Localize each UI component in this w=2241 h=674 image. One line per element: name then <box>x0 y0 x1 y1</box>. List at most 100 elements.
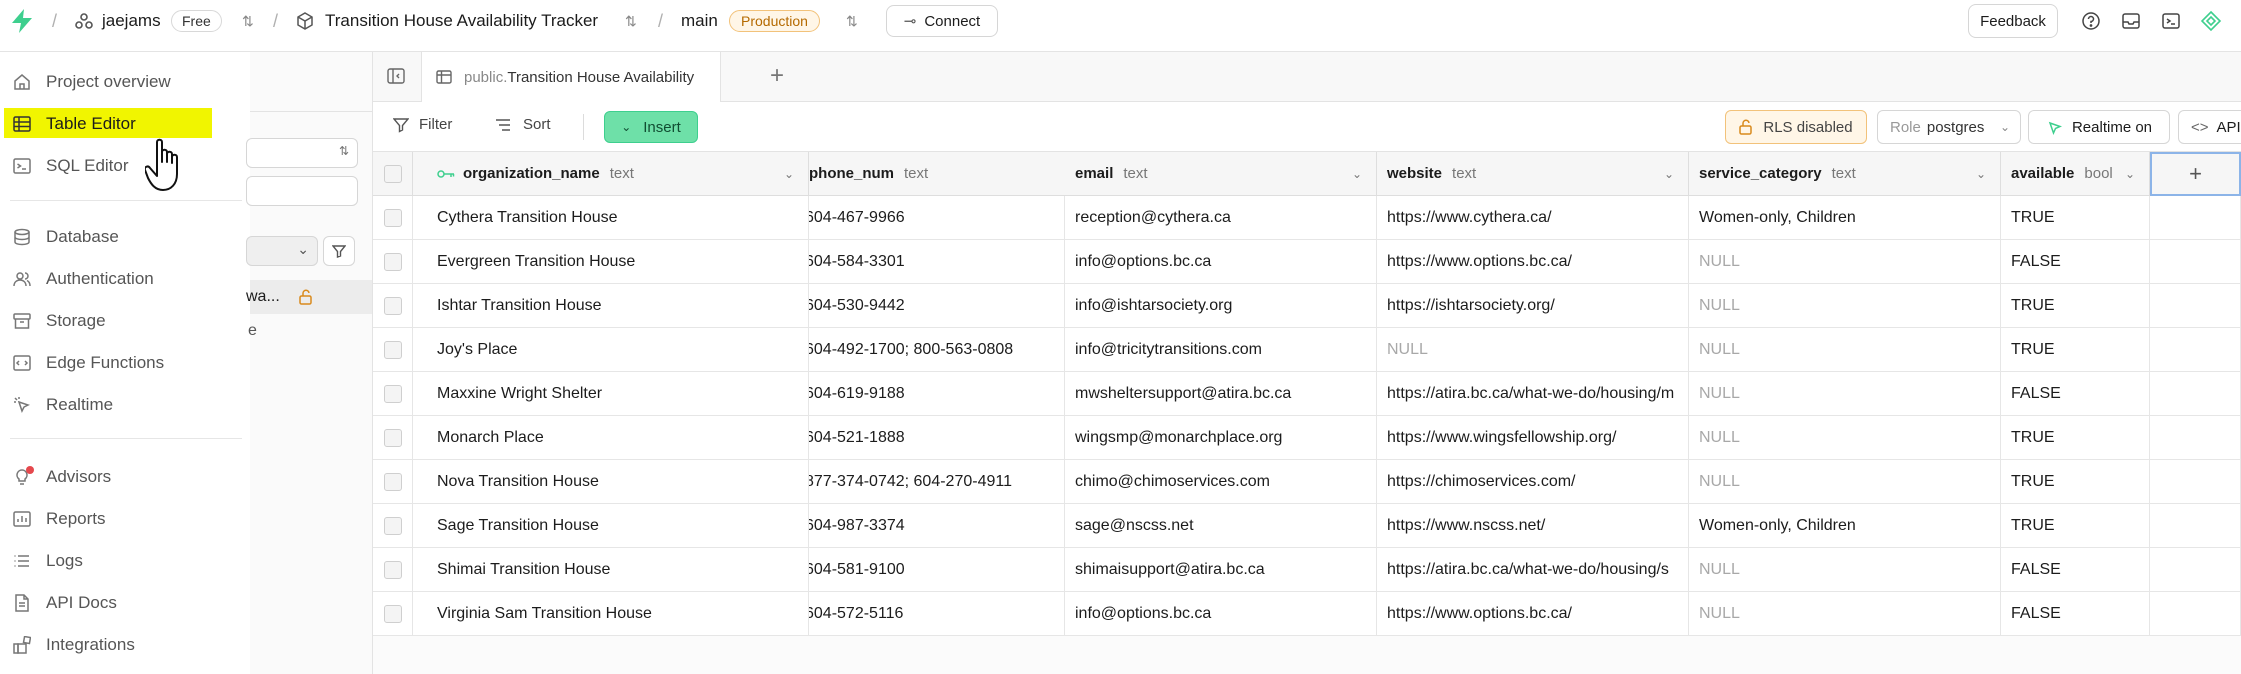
cell-email[interactable]: shimaisupport@atira.bc.ca <box>1065 548 1377 592</box>
cell-available[interactable]: TRUE <box>2001 284 2150 328</box>
cell-organization-name[interactable]: Sage Transition House <box>413 504 809 548</box>
cell-available[interactable]: TRUE <box>2001 328 2150 372</box>
row-checkbox[interactable] <box>383 252 402 271</box>
cell-extra[interactable] <box>2150 372 2241 416</box>
schema-select[interactable]: ⇅ <box>246 138 358 168</box>
cell-service-category[interactable]: NULL <box>1689 460 2001 504</box>
cell-phone-num[interactable]: 604-619-9188 <box>809 372 1065 416</box>
nav-item-storage[interactable]: Storage <box>12 304 106 338</box>
cell-phone-num[interactable]: 604-530-9442 <box>809 284 1065 328</box>
nav-item-sql-editor[interactable]: SQL Editor <box>12 149 129 183</box>
inbox-icon[interactable] <box>2114 8 2148 34</box>
cell-service-category[interactable]: NULL <box>1689 284 2001 328</box>
cell-service-category[interactable]: NULL <box>1689 592 2001 636</box>
branch-switcher-chevron-icon[interactable]: ⇅ <box>846 0 858 42</box>
cell-email[interactable]: info@tricitytransitions.com <box>1065 328 1377 372</box>
chevron-down-icon[interactable]: ⌄ <box>2125 167 2135 181</box>
cell-extra[interactable] <box>2150 328 2241 372</box>
cell-organization-name[interactable]: Joy's Place <box>413 328 809 372</box>
nav-item-realtime[interactable]: Realtime <box>12 388 113 422</box>
row-checkbox[interactable] <box>383 296 402 315</box>
cell-email[interactable]: sage@nscss.net <box>1065 504 1377 548</box>
cell-organization-name[interactable]: Maxxine Wright Shelter <box>413 372 809 416</box>
cell-website[interactable]: https://www.options.bc.ca/ <box>1377 592 1689 636</box>
cell-phone-num[interactable]: 604-987-3374 <box>809 504 1065 548</box>
row-checkbox[interactable] <box>383 340 402 359</box>
cell-website[interactable]: https://chimoservices.com/ <box>1377 460 1689 504</box>
cell-available[interactable]: FALSE <box>2001 240 2150 284</box>
nav-item-project-overview[interactable]: Project overview <box>12 65 171 99</box>
table-search-input[interactable] <box>246 176 358 206</box>
table-list-item-active[interactable]: wa... <box>246 280 372 314</box>
row-checkbox[interactable] <box>383 384 402 403</box>
cell-organization-name[interactable]: Ishtar Transition House <box>413 284 809 328</box>
cell-website[interactable]: https://www.nscss.net/ <box>1377 504 1689 548</box>
cell-organization-name[interactable]: Evergreen Transition House <box>413 240 809 284</box>
chevron-down-icon[interactable]: ⌄ <box>1664 167 1674 181</box>
row-checkbox[interactable] <box>383 428 402 447</box>
cell-email[interactable]: info@options.bc.ca <box>1065 592 1377 636</box>
cell-service-category[interactable]: Women-only, Children <box>1689 196 2001 240</box>
org-name[interactable]: jaejams <box>102 0 161 42</box>
nav-item-logs[interactable]: Logs <box>12 544 83 578</box>
cell-website[interactable]: https://atira.bc.ca/what-we-do/housing/s <box>1377 548 1689 592</box>
help-icon[interactable] <box>2074 8 2108 34</box>
cell-email[interactable]: info@ishtarsociety.org <box>1065 284 1377 328</box>
sort-button[interactable]: Sort <box>495 116 551 133</box>
cell-available[interactable]: TRUE <box>2001 196 2150 240</box>
nav-item-reports[interactable]: Reports <box>12 502 106 536</box>
cell-extra[interactable] <box>2150 416 2241 460</box>
cell-organization-name[interactable]: Monarch Place <box>413 416 809 460</box>
rls-disabled-button[interactable]: RLS disabled <box>1725 110 1867 144</box>
chevron-down-icon[interactable]: ⌄ <box>784 167 794 181</box>
cell-email[interactable]: chimo@chimoservices.com <box>1065 460 1377 504</box>
realtime-button[interactable]: Realtime on <box>2028 110 2170 144</box>
api-button[interactable]: <> API <box>2178 110 2241 144</box>
column-header-email[interactable]: email text ⌄ <box>1065 152 1377 196</box>
branch-name[interactable]: main <box>681 0 718 42</box>
nav-item-api-docs[interactable]: API Docs <box>12 586 117 620</box>
cell-website[interactable]: NULL <box>1377 328 1689 372</box>
connect-button[interactable]: ⊸ Connect <box>886 5 998 37</box>
select-all-checkbox[interactable] <box>383 164 402 183</box>
cell-phone-num[interactable]: 604-572-5116 <box>809 592 1065 636</box>
chevron-down-icon[interactable]: ⌄ <box>1976 167 1986 181</box>
cell-extra[interactable] <box>2150 548 2241 592</box>
project-name[interactable]: Transition House Availability Tracker <box>325 0 598 42</box>
cell-extra[interactable] <box>2150 592 2241 636</box>
table-list-item[interactable]: e <box>248 322 257 340</box>
cell-website[interactable]: https://www.cythera.ca/ <box>1377 196 1689 240</box>
cell-extra[interactable] <box>2150 460 2241 504</box>
row-checkbox[interactable] <box>383 208 402 227</box>
cell-available[interactable]: TRUE <box>2001 504 2150 548</box>
role-select[interactable]: Role postgres ⌄ <box>1877 110 2021 144</box>
nav-item-database[interactable]: Database <box>12 220 119 254</box>
cell-available[interactable]: TRUE <box>2001 460 2150 504</box>
cell-service-category[interactable]: NULL <box>1689 240 2001 284</box>
cell-phone-num[interactable]: 604-581-9100 <box>809 548 1065 592</box>
filter-tables-button[interactable] <box>323 236 355 266</box>
toggle-sidebar-icon[interactable] <box>387 67 405 90</box>
nav-item-authentication[interactable]: Authentication <box>12 262 154 296</box>
terminal-icon[interactable] <box>2154 8 2188 34</box>
cell-phone-num[interactable]: 877-374-0742; 604-270-4911 <box>809 460 1065 504</box>
cell-extra[interactable] <box>2150 240 2241 284</box>
cell-website[interactable]: https://atira.bc.ca/what-we-do/housing/m <box>1377 372 1689 416</box>
cell-website[interactable]: https://www.options.bc.ca/ <box>1377 240 1689 284</box>
column-header-service-category[interactable]: service_category text ⌄ <box>1689 152 2001 196</box>
cell-email[interactable]: reception@cythera.ca <box>1065 196 1377 240</box>
row-checkbox[interactable] <box>383 560 402 579</box>
project-switcher-chevron-icon[interactable]: ⇅ <box>625 0 637 42</box>
cell-organization-name[interactable]: Cythera Transition House <box>413 196 809 240</box>
add-column-button[interactable]: + <box>2150 152 2241 196</box>
cell-organization-name[interactable]: Shimai Transition House <box>413 548 809 592</box>
nav-item-edge-functions[interactable]: Edge Functions <box>12 346 164 380</box>
row-checkbox[interactable] <box>383 516 402 535</box>
cell-email[interactable]: wingsmp@monarchplace.org <box>1065 416 1377 460</box>
cell-service-category[interactable]: NULL <box>1689 548 2001 592</box>
nav-item-table-editor[interactable]: Table Editor <box>12 107 136 141</box>
nav-item-advisors[interactable]: Advisors <box>12 460 111 494</box>
cell-service-category[interactable]: Women-only, Children <box>1689 504 2001 548</box>
row-checkbox[interactable] <box>383 604 402 623</box>
cell-phone-num[interactable]: 604-492-1700; 800-563-0808 <box>809 328 1065 372</box>
